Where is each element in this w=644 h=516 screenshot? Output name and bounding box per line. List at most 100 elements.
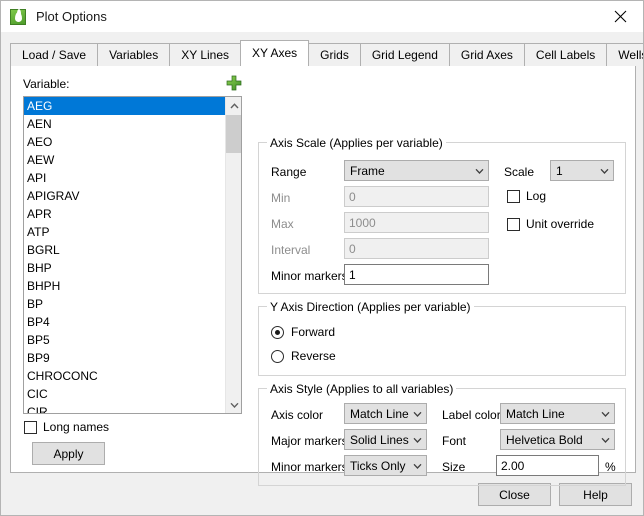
tab-variables[interactable]: Variables: [97, 43, 170, 66]
radio-forward[interactable]: Forward: [271, 325, 335, 339]
scrollbar-thumb[interactable]: [226, 115, 242, 153]
tab-wells[interactable]: Wells: [606, 43, 644, 66]
axis-style-legend: Axis Style (Applies to all variables): [267, 382, 456, 396]
close-icon[interactable]: [597, 1, 643, 31]
tab-xy-axes[interactable]: XY Axes: [240, 40, 309, 66]
interval-input[interactable]: 0: [344, 238, 489, 259]
max-value: 1000: [345, 216, 376, 230]
listbox-scrollbar[interactable]: [225, 97, 241, 413]
scroll-down-icon[interactable]: [226, 396, 242, 413]
range-label: Range: [271, 165, 306, 179]
variable-label: Variable:: [23, 77, 69, 91]
tab-cell-labels[interactable]: Cell Labels: [524, 43, 607, 66]
list-item[interactable]: BP5: [24, 331, 225, 349]
range-value: Frame: [345, 164, 471, 178]
radio-dot: [271, 350, 284, 363]
close-button[interactable]: Close: [478, 483, 551, 506]
y-axis-direction-legend: Y Axis Direction (Applies per variable): [267, 300, 474, 314]
long-names-label: Long names: [43, 420, 109, 434]
major-markers-dropdown[interactable]: Solid Lines: [344, 429, 427, 450]
range-dropdown[interactable]: Frame: [344, 160, 489, 181]
list-item[interactable]: CHROCONC: [24, 367, 225, 385]
minor-markers-count-label: Minor markers: [271, 269, 348, 283]
chevron-down-icon: [409, 463, 426, 469]
minor-markers-count-input[interactable]: 1: [344, 264, 489, 285]
unit-override-checkbox[interactable]: Unit override: [507, 217, 594, 231]
major-markers-value: Solid Lines: [345, 433, 409, 447]
checkbox-box: [24, 421, 37, 434]
minor-markers-style-label: Minor markers: [271, 460, 348, 474]
list-item[interactable]: BP9: [24, 349, 225, 367]
tab-grid-legend[interactable]: Grid Legend: [360, 43, 450, 66]
font-value: Helvetica Bold: [501, 433, 597, 447]
list-item[interactable]: BP4: [24, 313, 225, 331]
list-item[interactable]: BGRL: [24, 241, 225, 259]
checkbox-box: [507, 190, 520, 203]
max-label: Max: [271, 217, 294, 231]
long-names-checkbox[interactable]: Long names: [24, 420, 109, 434]
scroll-up-icon[interactable]: [226, 97, 242, 114]
checkbox-box: [507, 218, 520, 231]
forward-label: Forward: [291, 325, 335, 339]
list-item[interactable]: AEN: [24, 115, 225, 133]
list-item[interactable]: BP: [24, 295, 225, 313]
list-item[interactable]: BHPH: [24, 277, 225, 295]
axis-color-label: Axis color: [271, 408, 323, 422]
axis-color-dropdown[interactable]: Match Line: [344, 403, 427, 424]
size-value: 2.00: [497, 459, 524, 473]
interval-label: Interval: [271, 243, 310, 257]
window-title: Plot Options: [36, 9, 107, 24]
axis-scale-group: Axis Scale (Applies per variable) Range …: [258, 142, 626, 294]
font-dropdown[interactable]: Helvetica Bold: [500, 429, 615, 450]
tab-panel-xy-axes: Variable: AEG AEN AEO AEW API APIGRAV: [10, 65, 636, 473]
minor-markers-style-dropdown[interactable]: Ticks Only: [344, 455, 427, 476]
minor-markers-style-value: Ticks Only: [345, 459, 409, 473]
apply-button[interactable]: Apply: [32, 442, 105, 465]
unit-override-label: Unit override: [526, 217, 594, 231]
min-value: 0: [345, 190, 356, 204]
y-axis-direction-group: Y Axis Direction (Applies per variable) …: [258, 306, 626, 376]
tab-grids[interactable]: Grids: [308, 43, 361, 66]
minor-markers-count-value: 1: [345, 268, 356, 282]
tab-load-save[interactable]: Load / Save: [10, 43, 98, 66]
interval-value: 0: [345, 242, 356, 256]
variable-listbox[interactable]: AEG AEN AEO AEW API APIGRAV APR ATP BGRL…: [23, 96, 242, 414]
log-checkbox[interactable]: Log: [507, 189, 546, 203]
chevron-down-icon: [597, 437, 614, 443]
variable-list: AEG AEN AEO AEW API APIGRAV APR ATP BGRL…: [24, 97, 225, 414]
chevron-down-icon: [409, 437, 426, 443]
list-item[interactable]: APIGRAV: [24, 187, 225, 205]
label-color-dropdown[interactable]: Match Line: [500, 403, 615, 424]
font-label: Font: [442, 434, 466, 448]
list-item[interactable]: CIR: [24, 403, 225, 414]
min-input[interactable]: 0: [344, 186, 489, 207]
log-label: Log: [526, 189, 546, 203]
scale-value: 1: [551, 164, 596, 178]
chevron-down-icon: [596, 168, 613, 174]
scale-dropdown[interactable]: 1: [550, 160, 614, 181]
major-markers-label: Major markers: [271, 434, 348, 448]
scale-label: Scale: [504, 165, 534, 179]
droplet-icon: [10, 9, 26, 25]
max-input[interactable]: 1000: [344, 212, 489, 233]
plus-icon[interactable]: [226, 75, 242, 91]
list-item[interactable]: AEW: [24, 151, 225, 169]
radio-reverse[interactable]: Reverse: [271, 349, 336, 363]
tab-grid-axes[interactable]: Grid Axes: [449, 43, 525, 66]
title-bar: Plot Options: [1, 1, 643, 32]
list-item[interactable]: BHP: [24, 259, 225, 277]
plot-options-dialog: Plot Options Load / Save Variables XY Li…: [0, 0, 644, 516]
label-color-label: Label color: [442, 408, 501, 422]
list-item[interactable]: CIC: [24, 385, 225, 403]
label-color-value: Match Line: [501, 407, 597, 421]
list-item[interactable]: ATP: [24, 223, 225, 241]
list-item[interactable]: AEO: [24, 133, 225, 151]
help-button[interactable]: Help: [559, 483, 632, 506]
size-input[interactable]: 2.00: [496, 455, 599, 476]
tab-xy-lines[interactable]: XY Lines: [169, 43, 241, 66]
size-unit-label: %: [605, 460, 616, 474]
list-item[interactable]: AEG: [24, 97, 225, 115]
radio-dot: [271, 326, 284, 339]
list-item[interactable]: API: [24, 169, 225, 187]
list-item[interactable]: APR: [24, 205, 225, 223]
